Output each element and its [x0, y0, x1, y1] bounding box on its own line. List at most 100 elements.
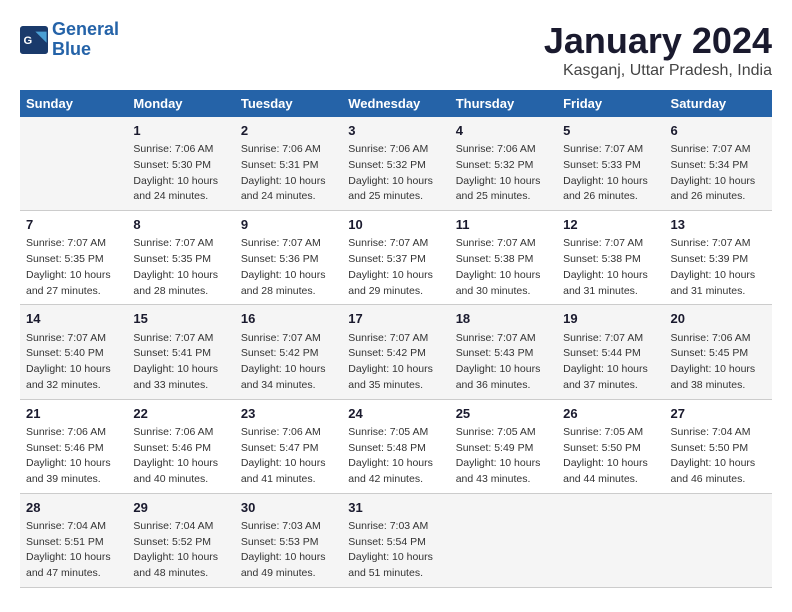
day-info: Sunrise: 7:06 AMSunset: 5:31 PMDaylight:…	[241, 143, 326, 202]
calendar-day: 1 Sunrise: 7:06 AMSunset: 5:30 PMDayligh…	[127, 117, 234, 211]
day-number: 4	[456, 122, 551, 140]
day-info: Sunrise: 7:03 AMSunset: 5:53 PMDaylight:…	[241, 520, 326, 579]
day-number: 20	[671, 310, 766, 328]
day-info: Sunrise: 7:04 AMSunset: 5:51 PMDaylight:…	[26, 520, 111, 579]
day-number: 6	[671, 122, 766, 140]
day-number: 18	[456, 310, 551, 328]
day-number: 12	[563, 216, 658, 234]
header-thursday: Thursday	[450, 90, 557, 117]
calendar-day: 3 Sunrise: 7:06 AMSunset: 5:32 PMDayligh…	[342, 117, 449, 211]
calendar-day: 7 Sunrise: 7:07 AMSunset: 5:35 PMDayligh…	[20, 211, 127, 305]
day-info: Sunrise: 7:07 AMSunset: 5:35 PMDaylight:…	[133, 237, 218, 296]
calendar-day: 31 Sunrise: 7:03 AMSunset: 5:54 PMDaylig…	[342, 493, 449, 587]
day-number: 19	[563, 310, 658, 328]
calendar-table: Sunday Monday Tuesday Wednesday Thursday…	[20, 90, 772, 588]
day-number: 11	[456, 216, 551, 234]
calendar-day: 10 Sunrise: 7:07 AMSunset: 5:37 PMDaylig…	[342, 211, 449, 305]
calendar-day: 23 Sunrise: 7:06 AMSunset: 5:47 PMDaylig…	[235, 399, 342, 493]
header-saturday: Saturday	[665, 90, 772, 117]
day-info: Sunrise: 7:07 AMSunset: 5:38 PMDaylight:…	[456, 237, 541, 296]
day-number: 2	[241, 122, 336, 140]
day-info: Sunrise: 7:04 AMSunset: 5:52 PMDaylight:…	[133, 520, 218, 579]
day-number: 28	[26, 499, 121, 517]
calendar-day: 12 Sunrise: 7:07 AMSunset: 5:38 PMDaylig…	[557, 211, 664, 305]
calendar-day: 11 Sunrise: 7:07 AMSunset: 5:38 PMDaylig…	[450, 211, 557, 305]
day-info: Sunrise: 7:06 AMSunset: 5:30 PMDaylight:…	[133, 143, 218, 202]
calendar-day: 4 Sunrise: 7:06 AMSunset: 5:32 PMDayligh…	[450, 117, 557, 211]
day-info: Sunrise: 7:06 AMSunset: 5:32 PMDaylight:…	[348, 143, 433, 202]
page-title: January 2024	[544, 20, 772, 62]
day-info: Sunrise: 7:07 AMSunset: 5:37 PMDaylight:…	[348, 237, 433, 296]
calendar-day: 14 Sunrise: 7:07 AMSunset: 5:40 PMDaylig…	[20, 305, 127, 399]
day-number: 5	[563, 122, 658, 140]
day-number: 31	[348, 499, 443, 517]
day-info: Sunrise: 7:07 AMSunset: 5:35 PMDaylight:…	[26, 237, 111, 296]
header-row: Sunday Monday Tuesday Wednesday Thursday…	[20, 90, 772, 117]
calendar-day	[665, 493, 772, 587]
page-subtitle: Kasganj, Uttar Pradesh, India	[544, 62, 772, 80]
header-tuesday: Tuesday	[235, 90, 342, 117]
day-number: 15	[133, 310, 228, 328]
day-number: 22	[133, 405, 228, 423]
svg-text:G: G	[24, 35, 33, 47]
day-number: 17	[348, 310, 443, 328]
calendar-day: 13 Sunrise: 7:07 AMSunset: 5:39 PMDaylig…	[665, 211, 772, 305]
day-info: Sunrise: 7:07 AMSunset: 5:40 PMDaylight:…	[26, 332, 111, 391]
logo-general: General	[52, 19, 119, 39]
calendar-day: 29 Sunrise: 7:04 AMSunset: 5:52 PMDaylig…	[127, 493, 234, 587]
calendar-day: 15 Sunrise: 7:07 AMSunset: 5:41 PMDaylig…	[127, 305, 234, 399]
calendar-week-3: 14 Sunrise: 7:07 AMSunset: 5:40 PMDaylig…	[20, 305, 772, 399]
day-info: Sunrise: 7:06 AMSunset: 5:32 PMDaylight:…	[456, 143, 541, 202]
day-number: 3	[348, 122, 443, 140]
logo: G General Blue	[20, 20, 119, 60]
day-number: 30	[241, 499, 336, 517]
day-info: Sunrise: 7:07 AMSunset: 5:41 PMDaylight:…	[133, 332, 218, 391]
calendar-day	[20, 117, 127, 211]
calendar-day: 6 Sunrise: 7:07 AMSunset: 5:34 PMDayligh…	[665, 117, 772, 211]
day-info: Sunrise: 7:07 AMSunset: 5:39 PMDaylight:…	[671, 237, 756, 296]
calendar-day: 2 Sunrise: 7:06 AMSunset: 5:31 PMDayligh…	[235, 117, 342, 211]
day-info: Sunrise: 7:04 AMSunset: 5:50 PMDaylight:…	[671, 426, 756, 485]
day-info: Sunrise: 7:03 AMSunset: 5:54 PMDaylight:…	[348, 520, 433, 579]
logo-icon: G	[20, 26, 48, 54]
calendar-day: 25 Sunrise: 7:05 AMSunset: 5:49 PMDaylig…	[450, 399, 557, 493]
calendar-week-5: 28 Sunrise: 7:04 AMSunset: 5:51 PMDaylig…	[20, 493, 772, 587]
day-number: 9	[241, 216, 336, 234]
day-number: 24	[348, 405, 443, 423]
day-info: Sunrise: 7:07 AMSunset: 5:38 PMDaylight:…	[563, 237, 648, 296]
day-number: 26	[563, 405, 658, 423]
day-info: Sunrise: 7:06 AMSunset: 5:45 PMDaylight:…	[671, 332, 756, 391]
calendar-day: 27 Sunrise: 7:04 AMSunset: 5:50 PMDaylig…	[665, 399, 772, 493]
calendar-week-4: 21 Sunrise: 7:06 AMSunset: 5:46 PMDaylig…	[20, 399, 772, 493]
calendar-day: 24 Sunrise: 7:05 AMSunset: 5:48 PMDaylig…	[342, 399, 449, 493]
header-wednesday: Wednesday	[342, 90, 449, 117]
calendar-day: 21 Sunrise: 7:06 AMSunset: 5:46 PMDaylig…	[20, 399, 127, 493]
page-header: G General Blue January 2024 Kasganj, Utt…	[20, 20, 772, 80]
day-info: Sunrise: 7:06 AMSunset: 5:46 PMDaylight:…	[133, 426, 218, 485]
day-number: 13	[671, 216, 766, 234]
calendar-day: 5 Sunrise: 7:07 AMSunset: 5:33 PMDayligh…	[557, 117, 664, 211]
calendar-day: 18 Sunrise: 7:07 AMSunset: 5:43 PMDaylig…	[450, 305, 557, 399]
header-monday: Monday	[127, 90, 234, 117]
calendar-day: 9 Sunrise: 7:07 AMSunset: 5:36 PMDayligh…	[235, 211, 342, 305]
calendar-day: 19 Sunrise: 7:07 AMSunset: 5:44 PMDaylig…	[557, 305, 664, 399]
day-info: Sunrise: 7:07 AMSunset: 5:33 PMDaylight:…	[563, 143, 648, 202]
header-friday: Friday	[557, 90, 664, 117]
day-number: 14	[26, 310, 121, 328]
header-sunday: Sunday	[20, 90, 127, 117]
calendar-week-2: 7 Sunrise: 7:07 AMSunset: 5:35 PMDayligh…	[20, 211, 772, 305]
day-info: Sunrise: 7:07 AMSunset: 5:43 PMDaylight:…	[456, 332, 541, 391]
calendar-day	[557, 493, 664, 587]
day-number: 27	[671, 405, 766, 423]
day-number: 8	[133, 216, 228, 234]
day-info: Sunrise: 7:07 AMSunset: 5:42 PMDaylight:…	[241, 332, 326, 391]
calendar-day	[450, 493, 557, 587]
calendar-day: 26 Sunrise: 7:05 AMSunset: 5:50 PMDaylig…	[557, 399, 664, 493]
calendar-day: 30 Sunrise: 7:03 AMSunset: 5:53 PMDaylig…	[235, 493, 342, 587]
day-info: Sunrise: 7:05 AMSunset: 5:48 PMDaylight:…	[348, 426, 433, 485]
day-info: Sunrise: 7:07 AMSunset: 5:34 PMDaylight:…	[671, 143, 756, 202]
logo-blue: Blue	[52, 39, 91, 59]
day-number: 25	[456, 405, 551, 423]
calendar-day: 17 Sunrise: 7:07 AMSunset: 5:42 PMDaylig…	[342, 305, 449, 399]
day-info: Sunrise: 7:06 AMSunset: 5:47 PMDaylight:…	[241, 426, 326, 485]
